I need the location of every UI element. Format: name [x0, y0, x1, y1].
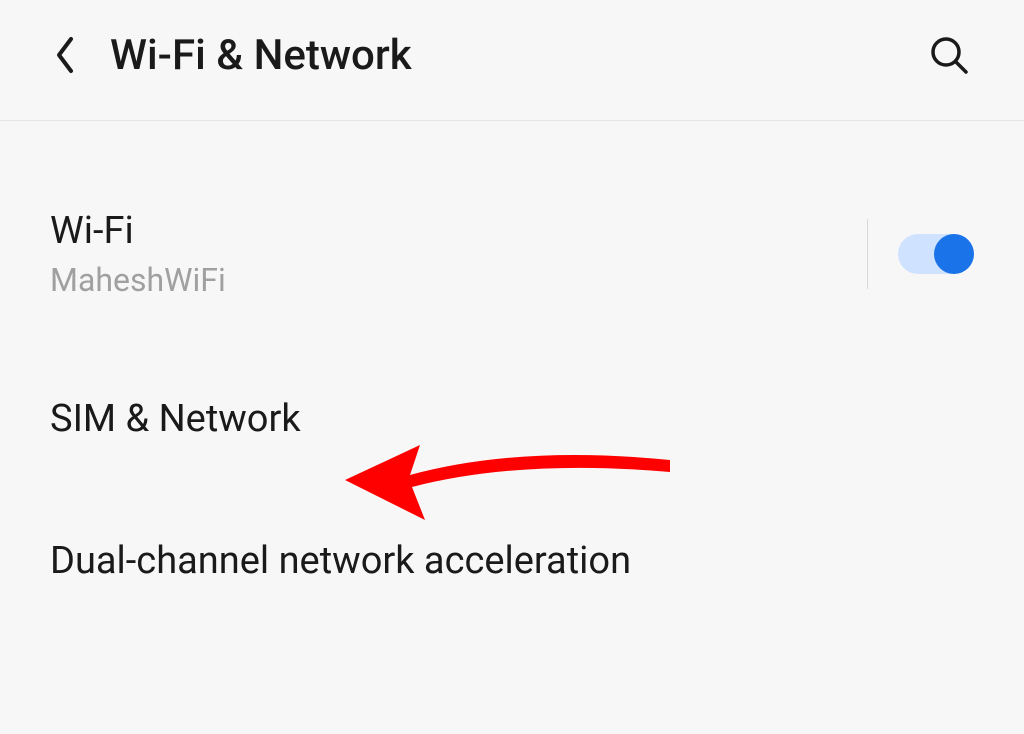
wifi-row[interactable]: Wi-Fi MaheshWiFi [50, 181, 974, 327]
wifi-title: Wi-Fi [50, 209, 867, 253]
dual-row-text: Dual-channel network acceleration [50, 539, 974, 583]
header: Wi-Fi & Network [0, 0, 1024, 121]
wifi-toggle[interactable] [898, 234, 974, 274]
wifi-toggle-knob [934, 234, 974, 274]
dual-channel-row[interactable]: Dual-channel network acceleration [50, 511, 974, 611]
wifi-row-right [867, 219, 974, 289]
sim-network-row[interactable]: SIM & Network [50, 369, 974, 469]
wifi-subtitle: MaheshWiFi [50, 261, 867, 299]
search-icon [929, 35, 969, 75]
sim-row-text: SIM & Network [50, 397, 974, 441]
wifi-row-text: Wi-Fi MaheshWiFi [50, 209, 867, 299]
page-title: Wi-Fi & Network [110, 31, 924, 80]
vertical-divider [867, 219, 868, 289]
search-button[interactable] [924, 30, 974, 80]
chevron-left-icon [53, 35, 77, 75]
sim-title: SIM & Network [50, 397, 974, 441]
dual-title: Dual-channel network acceleration [50, 539, 974, 583]
back-button[interactable] [40, 30, 90, 80]
settings-list: Wi-Fi MaheshWiFi SIM & Network Dual-chan… [0, 121, 1024, 611]
